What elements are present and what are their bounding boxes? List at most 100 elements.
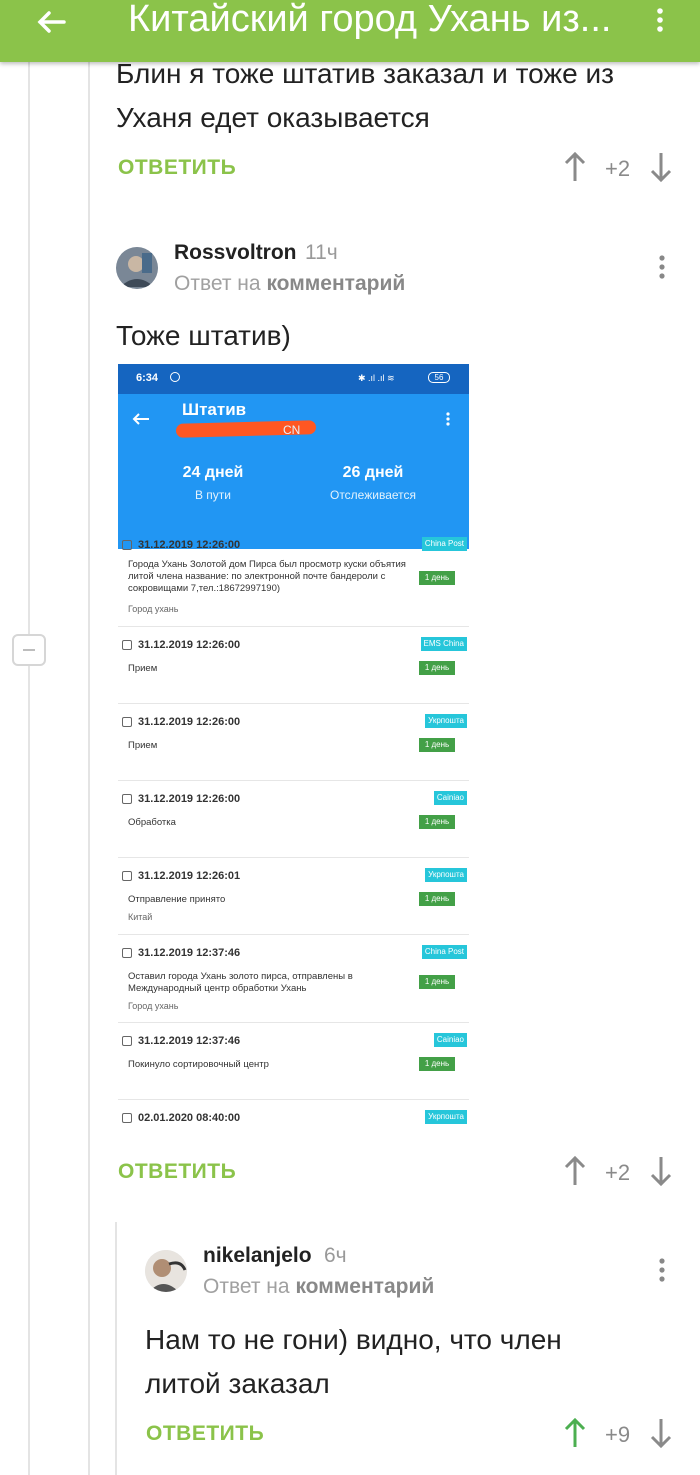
calendar-icon [122,640,132,650]
tracking-event: 31.12.2019 12:26:00 China Post Города Ух… [118,527,469,627]
thread-line [88,62,90,1475]
stat-in-transit: 24 дней В пути [133,464,293,502]
event-description: Прием [128,663,158,674]
event-datetime: 02.01.2020 08:40:00 [138,1112,241,1124]
stat-label: В пути [194,488,232,502]
back-arrow-icon[interactable] [132,412,150,426]
event-source: China Post [421,945,467,959]
post-title: Китайский город Ухань из... [128,0,612,40]
comment-text: Уханя едет оказывается [116,102,430,133]
alarm-icon [170,372,180,382]
signal-icon: ✱ .ıl .ıl ≋ [358,373,395,383]
back-arrow-icon[interactable] [36,10,66,34]
comment-time: 6ч [324,1244,347,1267]
comment-text: литой заказал [145,1368,330,1399]
stat-tracked: 26 дней Отслеживается [293,464,453,502]
reply-button[interactable]: ОТВЕТИТЬ [118,1160,236,1184]
event-location: Город ухань [128,604,179,614]
stat-label: Отслеживается [329,488,416,502]
event-source: Cainiao [433,1033,467,1047]
calendar-icon [122,1113,132,1123]
attached-screenshot[interactable]: 6:34 ✱ .ıl .ıl ≋ 56 Штатив CN 24 дней В … [118,364,469,1132]
comment-text: Нам то не гони) видно, что член [145,1324,562,1355]
event-source: China Post [421,537,467,551]
collapse-thread-button[interactable] [12,634,46,666]
calendar-icon [122,717,132,727]
comment-time: 11ч [305,241,338,264]
tracking-header: Штатив CN 24 дней В пути 26 дней Отслежи… [118,394,469,549]
tracking-event: 31.12.2019 12:26:00 EMS China Прием 1 де… [118,627,469,704]
thread-line [115,1222,117,1475]
event-source: Укрпошта [425,1110,467,1124]
tracking-title: Штатив [182,400,247,419]
event-description: Покинуло сортировочный центр [128,1059,269,1070]
app-bar: Китайский город Ухань из... [0,0,700,62]
upvote-icon[interactable] [564,151,586,183]
event-datetime: 31.12.2019 12:26:00 [138,793,241,805]
event-source: Укрпошта [425,868,467,882]
event-source: EMS China [420,637,467,651]
calendar-icon [122,948,132,958]
reply-button[interactable]: ОТВЕТИТЬ [118,156,236,180]
event-description: Прием [128,740,158,751]
tracking-event: 31.12.2019 12:37:46 China Post Оставил г… [118,935,469,1023]
avatar[interactable] [116,247,158,289]
calendar-icon [122,1036,132,1046]
reply-button[interactable]: ОТВЕТИТЬ [146,1422,264,1446]
reply-to: Ответ на комментарий [203,1275,434,1299]
more-options-icon[interactable] [446,412,450,426]
battery-icon: 56 [428,372,450,383]
comment-options-icon[interactable] [658,1258,666,1282]
rating-value: +2 [605,156,631,181]
rating-value: +9 [605,1422,631,1447]
calendar-icon [122,540,132,550]
calendar-icon [122,794,132,804]
comment-text: Тоже штатив) [116,320,291,351]
reply-to-prefix: Ответ на [174,272,261,295]
event-description: Города Ухань Золотой дом Пирса был просм… [128,559,406,594]
comment-options-icon[interactable] [658,255,666,279]
event-datetime: 31.12.2019 12:26:00 [138,539,241,551]
event-duration: 1 день [419,571,455,585]
event-datetime: 31.12.2019 12:37:46 [138,947,241,959]
event-duration: 1 день [419,661,455,675]
event-location: Город ухань [128,1001,179,1011]
event-description: Оставил города Ухань золото пирса, отпра… [128,971,353,994]
downvote-icon[interactable] [650,1155,672,1187]
stat-value: 26 дней [342,464,404,481]
tracking-event: 31.12.2019 12:26:00 Cainiao Обработка 1 … [118,781,469,858]
avatar[interactable] [145,1250,187,1292]
reply-to: Ответ на комментарий [174,272,405,296]
event-description: Отправление принято [128,894,226,905]
event-duration: 1 день [419,815,455,829]
downvote-icon[interactable] [650,151,672,183]
upvote-icon-active[interactable] [564,1417,586,1449]
downvote-icon[interactable] [650,1417,672,1449]
event-duration: 1 день [419,975,455,989]
tracking-event: 02.01.2020 08:40:00 Укрпошта [118,1100,469,1132]
upvote-icon[interactable] [564,1155,586,1187]
event-datetime: 31.12.2019 12:26:01 [138,870,241,882]
thread-line [28,62,30,1475]
event-source: Укрпошта [425,714,467,728]
tracking-event: 31.12.2019 12:26:00 Укрпошта Прием 1 ден… [118,704,469,781]
username[interactable]: Rossvoltron [174,241,297,265]
event-datetime: 31.12.2019 12:26:00 [138,716,241,728]
more-options-icon[interactable] [656,8,664,32]
username[interactable]: nikelanjelo [203,1244,312,1268]
stat-value: 24 дней [182,464,244,481]
status-time: 6:34 [136,372,159,384]
tracking-event: 31.12.2019 12:26:01 Укрпошта Отправление… [118,858,469,935]
reply-to-link[interactable]: комментарий [266,272,405,295]
reply-to-prefix: Ответ на [203,1275,290,1298]
calendar-icon [122,871,132,881]
event-datetime: 31.12.2019 12:37:46 [138,1035,241,1047]
reply-to-link[interactable]: комментарий [295,1275,434,1298]
event-datetime: 31.12.2019 12:26:00 [138,639,241,651]
tracking-event: 31.12.2019 12:37:46 Cainiao Покинуло сор… [118,1023,469,1100]
event-duration: 1 день [419,1057,455,1071]
rating-value: +2 [605,1160,631,1185]
event-description: Обработка [128,817,176,828]
phone-status-bar: 6:34 ✱ .ıl .ıl ≋ 56 [118,364,469,394]
event-source: Cainiao [433,791,467,805]
